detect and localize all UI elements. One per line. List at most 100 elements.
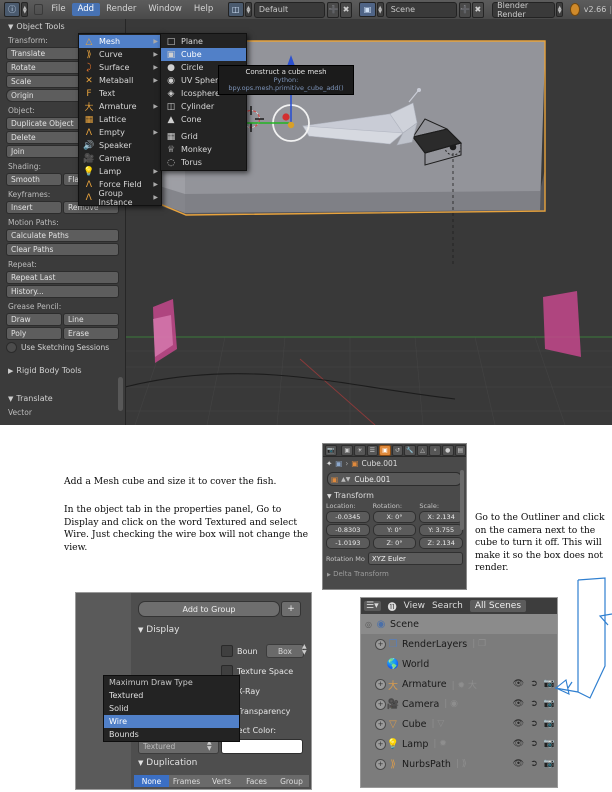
outliner-editor-type-icon[interactable]: ☰▾ [364, 601, 381, 611]
render-engine-spinner[interactable]: ▲ ▼ [556, 2, 564, 17]
scale-x-field[interactable]: X: 2.134 [419, 511, 464, 523]
scene-expand-icon[interactable]: ◎ [365, 620, 372, 629]
outliner-menu-view[interactable]: View [404, 601, 425, 611]
bounds-checkbox[interactable]: Boun [221, 645, 258, 657]
dropdown-item-wire[interactable]: Wire [104, 715, 239, 728]
scene-datablock-icon[interactable]: ▣ [359, 2, 376, 17]
use-sketching-sessions-checkbox[interactable]: Use Sketching Sessions [6, 342, 119, 353]
dup-tab-verts[interactable]: Verts [204, 775, 239, 787]
scene-name-field[interactable]: Scene [385, 1, 458, 18]
scale-z-field[interactable]: Z: 2.134 [419, 537, 464, 549]
mesh-item-torus[interactable]: ◌ Torus [161, 156, 246, 169]
dup-tab-faces[interactable]: Faces [239, 775, 274, 787]
smooth-button[interactable]: Smooth [6, 173, 62, 186]
add-menu-item-curve[interactable]: ⟫ Curve ▶ [79, 48, 161, 61]
mesh-item-cube[interactable]: ▣ Cube [161, 48, 246, 61]
expand-icon[interactable]: + [375, 678, 386, 690]
eye-icon[interactable]: 👁 [513, 719, 524, 729]
location-z-field[interactable]: -1.0193 [326, 537, 370, 549]
renderlayers-data-icon[interactable]: | ❐ [472, 639, 486, 649]
rotation-z-field[interactable]: Z: 0° [372, 537, 417, 549]
outliner-menu-search[interactable]: Search [432, 601, 463, 611]
gp-erase-button[interactable]: Erase [63, 327, 119, 340]
bounds-type-spinner[interactable]: ▲ ▼ [302, 644, 307, 656]
dup-tab-frames[interactable]: Frames [169, 775, 204, 787]
menu-help[interactable]: Help [188, 3, 219, 16]
scene-spinner[interactable]: ▲ ▼ [376, 2, 384, 17]
menu-file[interactable]: File [45, 3, 71, 16]
delta-transform-section[interactable]: ▶ Delta Transform [323, 567, 466, 580]
dup-tab-group[interactable]: Group [274, 775, 309, 787]
delete-scene-button[interactable]: ✖ [472, 1, 484, 18]
editor-type-spinner[interactable]: ▲ ▼ [21, 2, 29, 17]
rotation-mode-select[interactable]: XYZ Euler [367, 552, 463, 565]
expand-icon[interactable]: + [375, 738, 386, 750]
screen-layout-spinner[interactable]: ▲ ▼ [244, 2, 252, 17]
rotation-y-field[interactable]: Y: 0° [372, 524, 417, 536]
object-spinner-icon[interactable]: ▲▼ [341, 476, 350, 483]
cube-data-icon[interactable]: | ▽ [432, 719, 445, 729]
tab-world[interactable]: ☀ [354, 444, 366, 456]
tab-render[interactable]: 📷 [325, 444, 337, 456]
new-scene-button[interactable]: ➕ [459, 1, 472, 18]
add-menu-item-lattice[interactable]: ▦ Lattice [79, 113, 161, 126]
add-menu-item-group-instance[interactable]: Λ Group Instance ▶ [79, 189, 161, 207]
cursor-arrow-icon[interactable]: ➲ [530, 719, 538, 729]
add-menu-item-metaball[interactable]: ✕ Metaball ▶ [79, 74, 161, 87]
outliner-minus-icon[interactable]: ⓫ [388, 600, 397, 613]
editor-type-icon[interactable]: ⓘ [4, 2, 21, 17]
mesh-item-grid[interactable]: ▦ Grid [161, 130, 246, 143]
menu-render[interactable]: Render [100, 3, 142, 16]
outliner-row-lamp[interactable]: + 💡 Lamp | ✹ 👁 ➲ 📷 [361, 734, 557, 754]
eye-icon[interactable]: 👁 [513, 759, 524, 769]
mesh-item-plane[interactable]: □ Plane [161, 35, 246, 48]
expand-icon[interactable]: + [375, 698, 386, 710]
gp-poly-button[interactable]: Poly [6, 327, 62, 340]
mesh-submenu[interactable]: □ Plane ▣ Cube ● Circle ◉ UV Sphere ◈ Icosphe… [160, 33, 247, 171]
tab-scene[interactable]: ▣ [341, 444, 353, 456]
clear-paths-button[interactable]: Clear Paths [6, 243, 119, 256]
mesh-item-monkey[interactable]: ♕ Monkey [161, 143, 246, 156]
mesh-item-cone[interactable]: ▲ Cone [161, 113, 246, 126]
mesh-item-cylinder[interactable]: ◫ Cylinder [161, 100, 246, 113]
nurbspath-data-icon[interactable]: | ⟫ [456, 759, 467, 769]
insert-keyframe-button[interactable]: Insert [6, 201, 62, 214]
add-menu-item-surface[interactable]: ⤸ Surface ▶ [79, 61, 161, 74]
object-name-field[interactable]: ▣ ▲▼ Cube.001 [327, 472, 462, 486]
delete-screen-button[interactable]: ✖ [340, 1, 352, 18]
tab-constraints[interactable]: ↺ [391, 444, 404, 456]
add-menu-item-mesh[interactable]: △ Mesh ▶ [79, 35, 161, 48]
rotation-x-field[interactable]: X: 0° [372, 511, 417, 523]
add-menu[interactable]: △ Mesh ▶ ⟫ Curve ▶ ⤸ Surface ▶ ✕ Metaball ▶ F Tex… [78, 33, 162, 207]
gp-line-button[interactable]: Line [63, 313, 119, 326]
screen-layout-icon[interactable]: ◫ [227, 2, 244, 17]
tab-physics[interactable]: ⚬ [429, 444, 441, 456]
tab-data[interactable]: △ [416, 444, 429, 456]
cursor-arrow-icon[interactable]: ➲ [530, 759, 538, 769]
add-menu-item-camera[interactable]: 🎥 Camera [79, 152, 161, 165]
expand-icon[interactable]: + [375, 638, 386, 650]
render-engine-select[interactable]: Blender Render [492, 1, 556, 19]
tab-modifiers[interactable]: 🔧 [404, 444, 416, 456]
menu-window[interactable]: Window [142, 3, 188, 16]
properties-scrollbar[interactable] [460, 470, 464, 530]
scale-y-field[interactable]: Y: 3.755 [419, 524, 464, 536]
eye-icon[interactable]: 👁 [513, 739, 524, 749]
outliner-row-cube[interactable]: + ▽ Cube | ▽ 👁 ➲ 📷 [361, 714, 557, 734]
add-menu-item-armature[interactable]: 大 Armature ▶ [79, 100, 161, 113]
tab-material[interactable]: ● [441, 444, 454, 456]
duplication-section-header[interactable]: ▼ Duplication [138, 758, 197, 768]
collapse-menu-icon[interactable] [34, 4, 43, 15]
dropdown-item-bounds[interactable]: Bounds [104, 728, 239, 741]
menu-add[interactable]: Add [71, 3, 101, 16]
add-menu-item-speaker[interactable]: 🔊 Speaker [79, 139, 161, 152]
translate-panel[interactable]: ▼ Translate [0, 391, 125, 405]
calculate-paths-button[interactable]: Calculate Paths [6, 229, 119, 242]
add-to-group-button[interactable]: Add to Group [138, 601, 280, 617]
add-menu-item-text[interactable]: F Text [79, 87, 161, 100]
expand-icon[interactable]: + [375, 718, 386, 730]
add-menu-item-empty[interactable]: Λ Empty ▶ [79, 126, 161, 139]
armature-data-icons[interactable]: | ✹ 大 [452, 678, 477, 691]
rigid-body-tools-panel[interactable]: ▶ Rigid Body Tools [0, 363, 125, 377]
expand-icon[interactable]: + [375, 758, 386, 770]
